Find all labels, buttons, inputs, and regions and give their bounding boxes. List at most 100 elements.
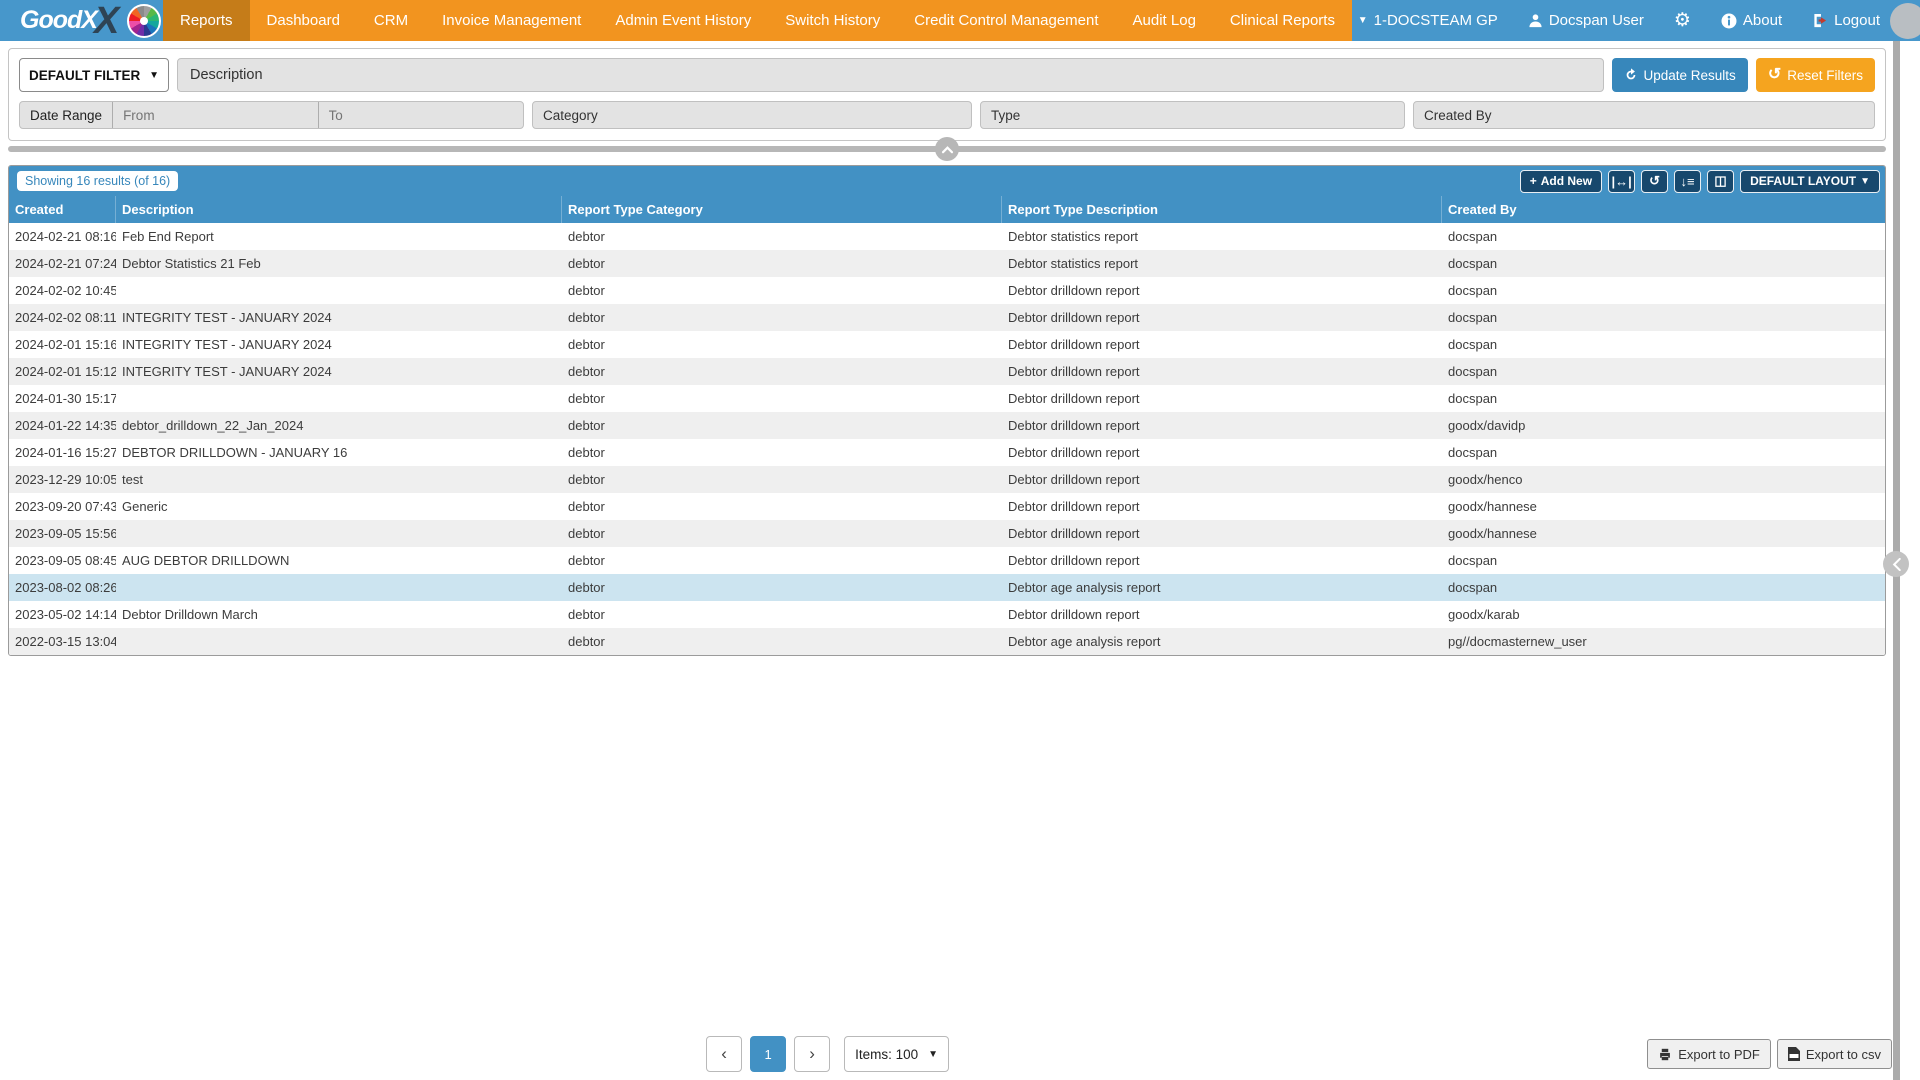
table-row[interactable]: 2023-05-02 14:14:58Debtor Drilldown Marc… (9, 601, 1885, 628)
cell: Debtor Drilldown March (116, 607, 562, 622)
undo-icon: ↺ (1768, 67, 1781, 83)
table-row[interactable]: 2023-09-05 15:56:35debtorDebtor drilldow… (9, 520, 1885, 547)
sort-icon: ↓≡ (1681, 174, 1695, 189)
cell: debtor (562, 310, 1002, 325)
cell: INTEGRITY TEST - JANUARY 2024 (116, 337, 562, 352)
table-row[interactable]: 2024-02-21 08:16:29Feb End ReportdebtorD… (9, 223, 1885, 250)
table-row[interactable]: 2023-08-02 08:26:27debtorDebtor age anal… (9, 574, 1885, 601)
cell: Debtor drilldown report (1002, 499, 1442, 514)
csv-file-icon (1788, 1047, 1800, 1061)
table-row[interactable]: 2024-01-30 15:17:43debtorDebtor drilldow… (9, 385, 1885, 412)
nav-item-invoice-management[interactable]: Invoice Management (425, 0, 598, 41)
nav-item-reports[interactable]: Reports (163, 0, 250, 41)
cell: Debtor drilldown report (1002, 418, 1442, 433)
side-panel-divider[interactable] (1893, 0, 1900, 1080)
chevron-up-icon (941, 145, 954, 154)
cell: debtor (562, 634, 1002, 649)
prev-page-button[interactable]: ‹ (706, 1036, 742, 1072)
cell: debtor (562, 283, 1002, 298)
columns-button[interactable]: ◫ (1707, 170, 1734, 193)
table-row[interactable]: 2024-02-02 10:45:03debtorDebtor drilldow… (9, 277, 1885, 304)
category-input[interactable] (532, 101, 972, 129)
cell: goodx/hannese (1442, 499, 1885, 514)
description-input[interactable] (177, 58, 1604, 92)
date-range-group: Date Range (19, 101, 524, 129)
page-1-button[interactable]: 1 (750, 1036, 786, 1072)
cell: INTEGRITY TEST - JANUARY 2024 (116, 310, 562, 325)
chevron-down-icon: ▼ (149, 70, 159, 81)
nav-item-dashboard[interactable]: Dashboard (250, 0, 357, 41)
pagination: ‹ 1 › Items: 100 ▼ (706, 1036, 949, 1072)
reload-button[interactable]: ↺ (1641, 170, 1668, 193)
table-row[interactable]: 2023-09-20 07:43:55GenericdebtorDebtor d… (9, 493, 1885, 520)
cell: DEBTOR DRILLDOWN - JANUARY 16 (116, 445, 562, 460)
date-from-input[interactable] (113, 102, 318, 128)
created-by-input[interactable] (1413, 101, 1875, 129)
sort-button[interactable]: ↓≡ (1674, 170, 1701, 193)
undo-icon: ↺ (1649, 173, 1660, 189)
cell: goodx/karab (1442, 607, 1885, 622)
cell: 2024-02-01 15:16:09 (9, 337, 116, 352)
chevron-down-icon: ▼ (928, 1049, 938, 1060)
cell: docspan (1442, 391, 1885, 406)
cell: debtor (562, 418, 1002, 433)
cell: debtor (562, 526, 1002, 541)
export-csv-button[interactable]: Export to csv (1777, 1039, 1892, 1069)
table-body: 2024-02-21 08:16:29Feb End ReportdebtorD… (9, 223, 1885, 655)
chevron-left-icon (1892, 558, 1901, 571)
about-button[interactable]: About (1721, 12, 1782, 29)
filter-panel: DEFAULT FILTER ▼ Update Results ↺ Reset … (8, 48, 1886, 141)
nav-item-admin-event-history[interactable]: Admin Event History (598, 0, 768, 41)
layout-select[interactable]: DEFAULT LAYOUT ▼ (1740, 170, 1880, 193)
filter-select[interactable]: DEFAULT FILTER ▼ (19, 58, 169, 92)
logout-button[interactable]: Logout (1812, 12, 1880, 29)
nav-item-audit-log[interactable]: Audit Log (1116, 0, 1213, 41)
update-results-button[interactable]: Update Results (1612, 58, 1748, 92)
column-header-created-by[interactable]: Created By (1442, 196, 1885, 223)
cell: 2024-01-22 14:35:34 (9, 418, 116, 433)
nav-item-crm[interactable]: CRM (357, 0, 425, 41)
table-row[interactable]: 2024-02-21 07:24:29Debtor Statistics 21 … (9, 250, 1885, 277)
entity-selector[interactable]: ▼ 1-DOCSTEAM GP (1358, 12, 1498, 29)
cell: docspan (1442, 445, 1885, 460)
filter-resize-bar[interactable] (8, 146, 1886, 152)
cell: docspan (1442, 553, 1885, 568)
column-header-report-type-category[interactable]: Report Type Category (562, 196, 1002, 223)
column-header-report-type-description[interactable]: Report Type Description (1002, 196, 1442, 223)
items-per-page-select[interactable]: Items: 100 ▼ (844, 1036, 949, 1072)
table-row[interactable]: 2024-02-01 15:12:22INTEGRITY TEST - JANU… (9, 358, 1885, 385)
cell: goodx/hannese (1442, 526, 1885, 541)
user-menu[interactable]: Docspan User (1528, 12, 1644, 29)
table-row[interactable]: 2024-01-16 15:27:19DEBTOR DRILLDOWN - JA… (9, 439, 1885, 466)
goodx-logo[interactable]: GoodX X (0, 0, 163, 41)
table-row[interactable]: 2022-03-15 13:04:37debtorDebtor age anal… (9, 628, 1885, 655)
add-new-button[interactable]: + Add New (1520, 170, 1602, 193)
next-page-button[interactable]: › (794, 1036, 830, 1072)
nav-item-switch-history[interactable]: Switch History (768, 0, 897, 41)
table-row[interactable]: 2024-02-01 15:16:09INTEGRITY TEST - JANU… (9, 331, 1885, 358)
table-row[interactable]: 2024-01-22 14:35:34debtor_drilldown_22_J… (9, 412, 1885, 439)
reset-filters-button[interactable]: ↺ Reset Filters (1756, 58, 1875, 92)
table-row[interactable]: 2024-02-02 08:11:02INTEGRITY TEST - JANU… (9, 304, 1885, 331)
type-input[interactable] (980, 101, 1405, 129)
fit-width-icon: |↔| (1611, 174, 1631, 189)
fit-width-button[interactable]: |↔| (1608, 170, 1635, 193)
date-to-input[interactable] (319, 102, 523, 128)
side-panel-toggle[interactable] (1883, 551, 1909, 577)
table-row[interactable]: 2023-12-29 10:05:45testdebtorDebtor dril… (9, 466, 1885, 493)
nav-item-credit-control-management[interactable]: Credit Control Management (897, 0, 1115, 41)
export-pdf-button[interactable]: Export to PDF (1647, 1039, 1771, 1069)
top-right-panel-handle[interactable] (1890, 3, 1920, 39)
column-header-created[interactable]: Created (9, 196, 116, 223)
nav-item-clinical-reports[interactable]: Clinical Reports (1213, 0, 1352, 41)
column-header-description[interactable]: Description (116, 196, 562, 223)
cell: docspan (1442, 229, 1885, 244)
cell: Debtor drilldown report (1002, 526, 1442, 541)
settings-button[interactable]: ⚙ (1674, 11, 1691, 30)
cell: debtor (562, 553, 1002, 568)
chevron-right-icon: › (809, 1044, 815, 1064)
table-row[interactable]: 2023-09-05 08:45:28AUG DEBTOR DRILLDOWNd… (9, 547, 1885, 574)
filter-collapse-handle[interactable] (935, 137, 959, 161)
cell: 2023-09-20 07:43:55 (9, 499, 116, 514)
chevron-left-icon: ‹ (721, 1044, 727, 1064)
